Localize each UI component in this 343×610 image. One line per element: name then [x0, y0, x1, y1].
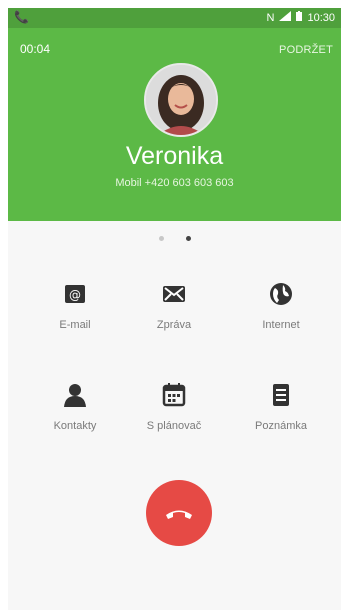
note-icon [273, 384, 289, 406]
page-dot [158, 236, 164, 241]
contacts-label: Kontakty [53, 420, 97, 432]
email-action[interactable]: @ E-mail [27, 280, 123, 331]
call-duration: 00:04 [20, 42, 51, 56]
signal-icon [279, 11, 292, 24]
calendar-action[interactable]: S plánovač [126, 381, 222, 432]
contact-number: Mobil +420 603 603 603 [115, 177, 234, 189]
message-icon [163, 286, 185, 302]
contacts-action[interactable]: Kontakty [27, 381, 123, 432]
call-header: 📞 N 10:30 00:04 PODRŽET Veronika Mobil +… [8, 8, 341, 221]
note-action[interactable]: Poznámka [233, 381, 329, 432]
call-screen: 📞 N 10:30 00:04 PODRŽET Veronika Mobil +… [8, 8, 341, 610]
phone-status-icon: 📞 [14, 10, 29, 24]
nfc-icon: N [266, 11, 275, 24]
globe-icon [270, 283, 292, 305]
note-label: Poznámka [255, 420, 307, 432]
message-label: Zpráva [156, 319, 192, 331]
contact-avatar [144, 63, 218, 137]
calendar-label: S plánovač [146, 420, 202, 432]
page-dot-active [185, 236, 191, 241]
email-icon: @ [65, 285, 85, 303]
svg-text:@: @ [69, 288, 81, 302]
email-label: E-mail [59, 319, 91, 331]
contact-name: Veronika [125, 142, 224, 170]
contacts-icon [64, 384, 86, 407]
message-action[interactable]: Zpráva [126, 280, 222, 331]
end-call-button[interactable] [146, 480, 212, 546]
status-bar: 📞 N 10:30 [8, 8, 341, 28]
internet-label: Internet [262, 319, 300, 331]
hangup-icon [166, 510, 192, 519]
battery-icon [296, 11, 303, 24]
internet-action[interactable]: Internet [233, 280, 329, 331]
status-time: 10:30 [307, 11, 335, 24]
hold-button[interactable]: PODRŽET [279, 44, 333, 56]
page-indicator [8, 236, 341, 241]
calendar-icon [162, 383, 186, 407]
